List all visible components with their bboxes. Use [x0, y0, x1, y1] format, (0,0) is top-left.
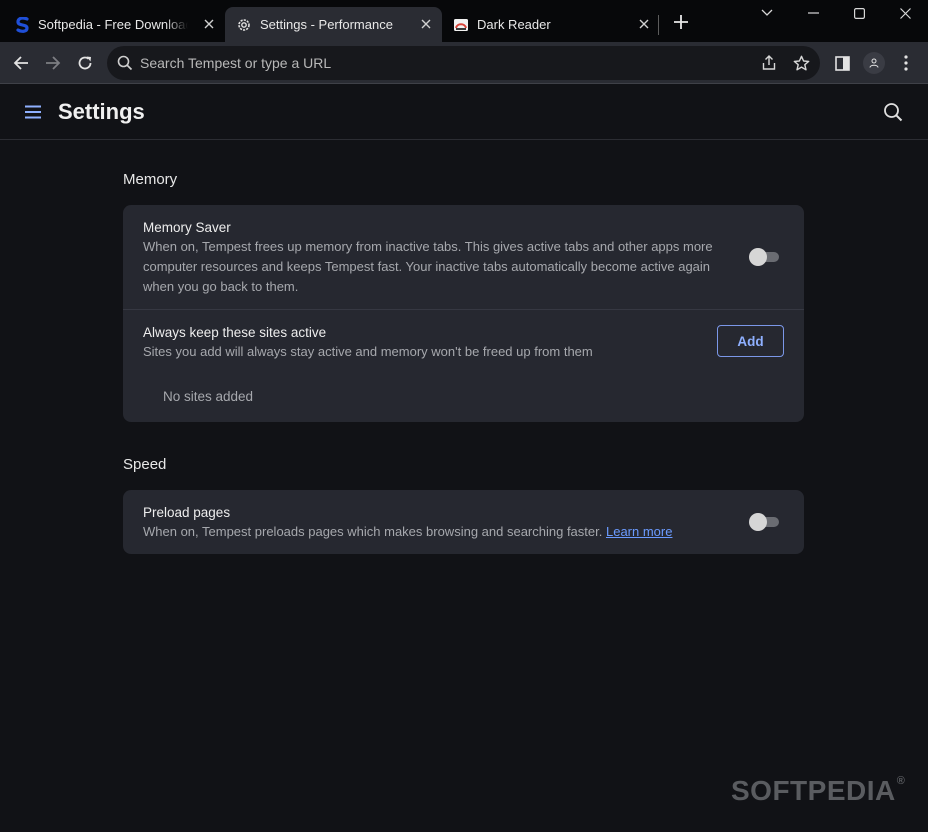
omnibox[interactable] — [107, 46, 820, 80]
close-icon — [899, 7, 911, 19]
memory-section-title: Memory — [123, 171, 178, 188]
forward-button[interactable] — [41, 51, 65, 75]
no-sites-message: No sites added — [163, 389, 254, 404]
learn-more-link[interactable]: Learn more — [606, 524, 672, 539]
maximize-icon — [853, 7, 865, 19]
tab-strip: Softpedia - Free Downloads Settings - Pe… — [0, 0, 928, 42]
hamburger-menu-icon[interactable] — [24, 104, 42, 120]
arrow-left-icon — [13, 56, 28, 70]
profile-button[interactable] — [862, 51, 886, 75]
share-icon[interactable] — [760, 54, 778, 72]
divider — [123, 309, 804, 310]
minimize-icon — [807, 12, 819, 14]
back-button[interactable] — [9, 51, 33, 75]
search-icon — [117, 55, 133, 71]
more-vertical-icon — [904, 55, 908, 71]
settings-search-icon[interactable] — [883, 102, 905, 124]
close-tab-icon[interactable] — [201, 16, 217, 32]
omnibox-input[interactable] — [140, 52, 740, 74]
always-keep-active-description: Sites you add will always stay active an… — [143, 344, 593, 359]
maximize-button[interactable] — [836, 0, 882, 26]
chevron-down-icon — [761, 9, 773, 16]
gear-icon — [236, 17, 252, 33]
add-site-button[interactable]: Add — [717, 325, 784, 357]
toggle-knob — [749, 513, 767, 531]
arrow-right-icon — [46, 56, 61, 70]
tab-title: Dark Reader — [477, 17, 551, 32]
registered-mark: ® — [896, 775, 906, 787]
menu-button[interactable] — [894, 51, 918, 75]
side-panel-button[interactable] — [830, 51, 854, 75]
memory-saver-description: When on, Tempest frees up memory from in… — [143, 239, 713, 294]
tab-settings-performance[interactable]: Settings - Performance — [225, 7, 442, 42]
softpedia-watermark: SOFTPEDIA® — [731, 775, 905, 807]
memory-saver-title: Memory Saver — [143, 220, 231, 235]
side-panel-icon — [834, 55, 850, 71]
page-title: Settings — [58, 99, 145, 124]
always-keep-active-title: Always keep these sites active — [143, 325, 327, 340]
bookmark-star-icon[interactable] — [792, 54, 810, 72]
speed-section-title: Speed — [123, 456, 167, 473]
preload-description-text: When on, Tempest preloads pages which ma… — [143, 524, 603, 539]
tab-softpedia[interactable]: Softpedia - Free Downloads — [0, 7, 224, 42]
tab-dark-reader[interactable]: Dark Reader — [443, 7, 658, 42]
preload-pages-description: When on, Tempest preloads pages which ma… — [143, 522, 743, 542]
tab-title: Settings - Performance — [260, 17, 393, 32]
reload-button[interactable] — [73, 51, 97, 75]
reload-icon — [78, 56, 92, 70]
plus-icon — [674, 15, 688, 29]
preload-pages-title: Preload pages — [143, 505, 231, 520]
memory-saver-toggle[interactable] — [749, 248, 781, 266]
minimize-button[interactable] — [790, 0, 836, 26]
close-window-button[interactable] — [882, 0, 928, 26]
softpedia-logo-icon — [16, 16, 30, 33]
watermark-text: SOFTPEDIA — [731, 775, 896, 806]
toolbar — [0, 42, 928, 84]
memory-card: Memory Saver When on, Tempest frees up m… — [123, 205, 804, 422]
tab-search-button[interactable] — [744, 0, 790, 26]
close-tab-icon[interactable] — [418, 16, 434, 32]
new-tab-button[interactable] — [671, 13, 691, 33]
person-icon — [869, 58, 879, 68]
avatar — [863, 52, 885, 74]
close-tab-icon[interactable] — [636, 16, 652, 32]
tab-title: Softpedia - Free Downloads — [38, 17, 188, 32]
speed-card: Preload pages When on, Tempest preloads … — [123, 490, 804, 554]
toggle-knob — [749, 248, 767, 266]
settings-header: Settings — [0, 85, 928, 140]
preload-pages-toggle[interactable] — [749, 513, 781, 531]
tab-separator — [658, 15, 659, 35]
dark-reader-icon — [453, 17, 469, 33]
